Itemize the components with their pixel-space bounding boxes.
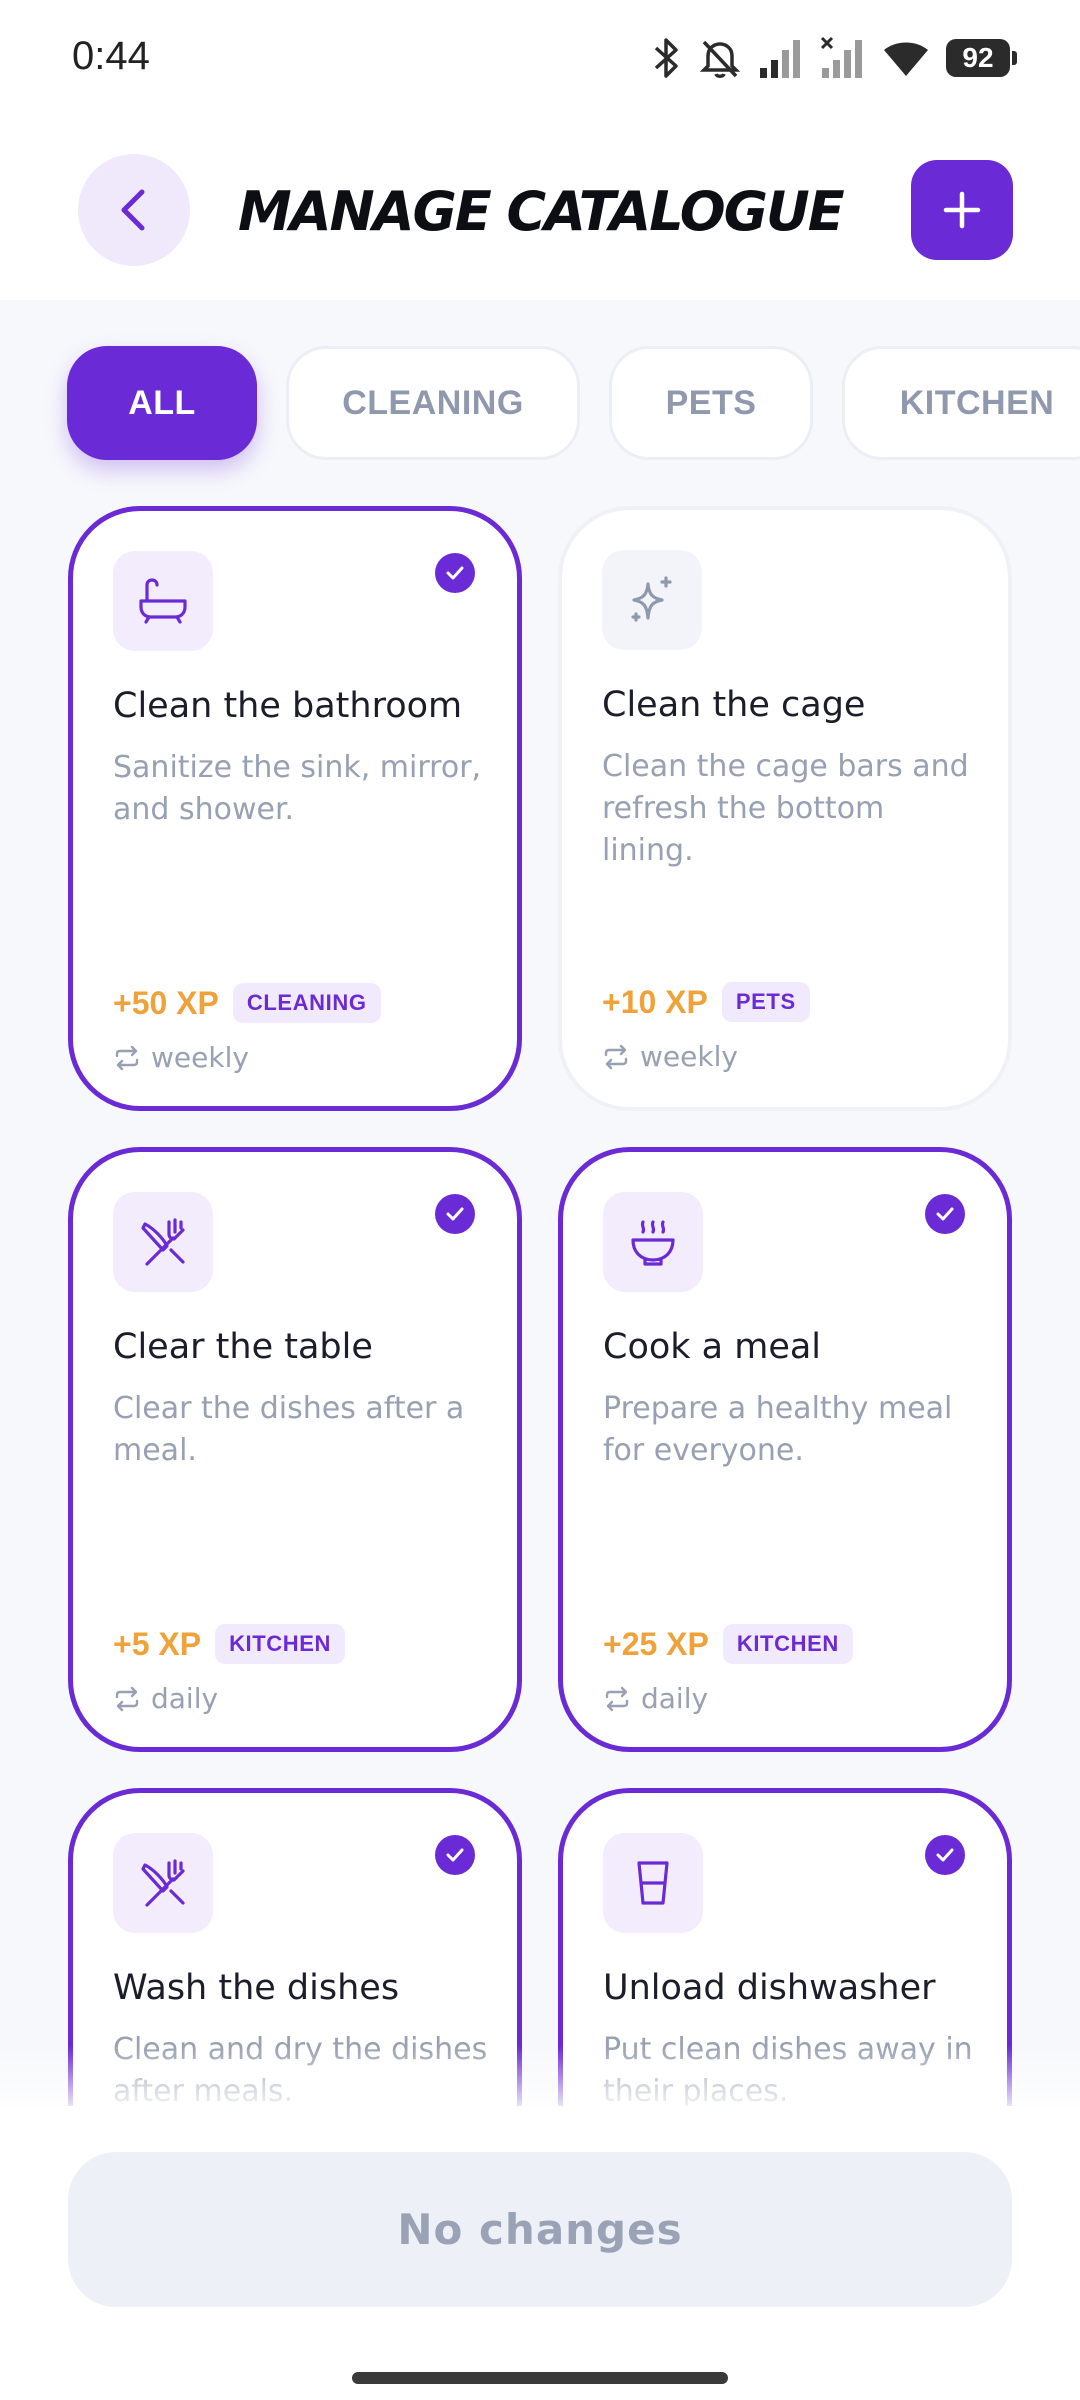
- repeat-icon: [604, 1044, 628, 1069]
- selected-check-icon: [925, 1835, 965, 1875]
- task-title: Clean the bathroom: [113, 686, 463, 726]
- scroll-fade: [0, 2046, 1080, 2106]
- selected-check-icon: [435, 553, 475, 593]
- task-card[interactable]: Clean the cage Clean the cage bars and r…: [558, 506, 1012, 1111]
- frequency: daily: [113, 1682, 218, 1715]
- frequency-label: daily: [641, 1682, 709, 1715]
- bluetooth-icon: [654, 38, 678, 78]
- bathtub-icon: [139, 578, 187, 624]
- category-tag: CLEANING: [232, 983, 381, 1023]
- task-title: Clean the cage: [602, 685, 866, 725]
- task-title: Clear the table: [113, 1327, 373, 1367]
- task-meta: +10 XP PETS: [602, 982, 810, 1022]
- task-description: Sanitize the sink, mirror, and shower.: [113, 750, 482, 827]
- signal-icon: [760, 40, 800, 78]
- header: MANAGE CATALOGUE: [0, 120, 1080, 300]
- utensils-crossed-icon: [141, 1859, 185, 1907]
- card-icon-box: [603, 1192, 703, 1292]
- task-description: Prepare a healthy meal for everyone.: [603, 1391, 953, 1468]
- xp-value: +25 XP: [603, 1625, 709, 1662]
- status-time: 0:44: [72, 34, 150, 78]
- save-changes-button[interactable]: No changes: [68, 2152, 1012, 2307]
- plus-icon: [943, 191, 981, 229]
- frequency: weekly: [113, 1041, 249, 1074]
- home-indicator[interactable]: [352, 2372, 728, 2384]
- task-description: Clear the dishes after a meal.: [113, 1391, 465, 1468]
- page-title: MANAGE CATALOGUE: [238, 180, 845, 243]
- add-button[interactable]: [911, 160, 1013, 260]
- task-card[interactable]: Clean the bathroom Sanitize the sink, mi…: [68, 506, 522, 1111]
- battery-level: 92: [962, 42, 994, 73]
- filter-chips: ALL CLEANING PETS KITCHEN: [67, 346, 1080, 460]
- task-description: Clean the cage bars and refresh the bott…: [602, 749, 969, 868]
- status-icons: 92: [652, 36, 1017, 80]
- card-icon-box: [602, 550, 702, 650]
- task-card[interactable]: Cook a meal Prepare a healthy meal for e…: [558, 1147, 1012, 1752]
- sparkle-icon: [631, 576, 672, 622]
- selected-check-icon: [435, 1194, 475, 1234]
- catalogue-content: ALL CLEANING PETS KITCHEN Clean the bath…: [0, 300, 1080, 2106]
- task-meta: +5 XP KITCHEN: [113, 1624, 346, 1664]
- card-icon-box: [113, 1192, 213, 1292]
- frequency: daily: [603, 1682, 708, 1715]
- task-meta: +50 XP CLEANING: [113, 983, 381, 1023]
- glass-icon: [637, 1861, 669, 1905]
- bottom-bar: No changes: [0, 2106, 1080, 2400]
- mute-icon: [699, 40, 741, 78]
- signal-no-service-icon: [820, 36, 862, 78]
- back-button[interactable]: [78, 154, 190, 266]
- task-grid: Clean the bathroom Sanitize the sink, mi…: [68, 506, 1012, 2106]
- category-tag: KITCHEN: [215, 1624, 346, 1664]
- task-title: Cook a meal: [603, 1327, 822, 1367]
- task-title: Unload dishwasher: [603, 1968, 936, 2008]
- card-icon-box: [113, 1833, 213, 1933]
- battery-indicator: 92: [946, 39, 1017, 77]
- repeat-icon: [605, 1686, 629, 1711]
- category-tag: KITCHEN: [722, 1624, 853, 1664]
- wifi-icon: [884, 42, 928, 76]
- selected-check-icon: [435, 1835, 475, 1875]
- selected-check-icon: [925, 1194, 965, 1234]
- task-title: Wash the dishes: [113, 1968, 400, 2008]
- xp-value: +10 XP: [602, 983, 708, 1020]
- chevron-left-icon: [121, 189, 145, 231]
- filter-chip-all[interactable]: ALL: [67, 346, 257, 460]
- task-meta: +25 XP KITCHEN: [603, 1624, 853, 1664]
- repeat-icon: [115, 1045, 139, 1070]
- frequency-label: weekly: [640, 1040, 738, 1073]
- status-bar: 0:44 92: [0, 0, 1080, 120]
- card-icon-box: [603, 1833, 703, 1933]
- task-card[interactable]: Clear the table Clear the dishes after a…: [68, 1147, 522, 1752]
- frequency-label: weekly: [151, 1041, 249, 1074]
- filter-chip-pets[interactable]: PETS: [609, 346, 813, 460]
- utensils-crossed-icon: [141, 1218, 185, 1266]
- frequency-label: daily: [151, 1682, 219, 1715]
- xp-value: +50 XP: [113, 984, 219, 1021]
- frequency: weekly: [602, 1040, 738, 1073]
- xp-value: +5 XP: [113, 1625, 202, 1662]
- category-tag: PETS: [721, 982, 810, 1022]
- filter-chip-cleaning[interactable]: CLEANING: [286, 346, 580, 460]
- repeat-icon: [115, 1686, 139, 1711]
- filter-chip-kitchen[interactable]: KITCHEN: [842, 346, 1080, 460]
- card-icon-box: [113, 551, 213, 651]
- soup-bowl-icon: [631, 1220, 675, 1266]
